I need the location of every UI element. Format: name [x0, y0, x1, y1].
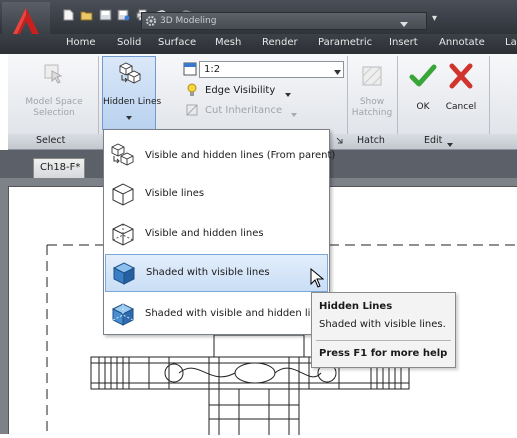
cube-visible-icon: [109, 180, 137, 208]
cube-parent-icon: [109, 142, 137, 170]
chevron-down-icon: [291, 109, 297, 117]
panel-title-edit[interactable]: Edit: [424, 135, 442, 146]
tab-layout[interactable]: La: [505, 37, 517, 48]
customize-toolbar-arrow[interactable]: ▾: [432, 13, 437, 24]
hidden-lines-menu: Visible and hidden lines (From parent) V…: [103, 129, 335, 335]
save-as-icon[interactable]: [117, 9, 130, 21]
chevron-down-icon: [126, 112, 132, 120]
viewport-scale-icon: [183, 62, 197, 76]
menu-item-visible-lines[interactable]: Visible lines: [105, 176, 328, 212]
save-icon[interactable]: [99, 9, 112, 21]
document-tab[interactable]: Ch18-F*: [33, 158, 85, 178]
dialog-launcher-icon[interactable]: [336, 137, 344, 145]
cube-hidden-icon: [109, 220, 137, 248]
tab-home[interactable]: Home: [66, 37, 96, 48]
hidden-lines-button[interactable]: Hidden Lines: [102, 56, 162, 130]
hatching-icon: [360, 64, 384, 88]
chevron-down-icon: [400, 18, 408, 27]
cancel-button[interactable]: Cancel: [441, 60, 481, 126]
panel-title-hatch: Hatch: [357, 135, 385, 146]
mouse-cursor-icon: [310, 267, 325, 288]
tooltip-help: Press F1 for more help: [319, 348, 448, 359]
tab-render[interactable]: Render: [262, 37, 298, 48]
menu-item-visible-hidden-lines[interactable]: Visible and hidden lines: [105, 216, 328, 252]
workspace-name: 3D Modeling: [160, 16, 217, 26]
cube-parent-icon: [116, 60, 144, 88]
chevron-down-icon: [285, 89, 291, 97]
edge-visibility-label: Edge Visibility: [205, 85, 276, 96]
panel-title-select: Select: [36, 135, 66, 146]
cancel-label: Cancel: [445, 102, 477, 112]
select-cursor-icon: [42, 62, 66, 86]
gear-icon: [145, 15, 157, 27]
open-icon[interactable]: [80, 9, 93, 21]
chevron-down-icon: [447, 139, 453, 147]
tab-solid[interactable]: Solid: [117, 37, 141, 48]
cut-inheritance-icon: [186, 104, 198, 116]
cut-inheritance-button[interactable]: Cut Inheritance: [186, 103, 321, 119]
ribbon-tab-row: Home Solid Surface Mesh Render Parametri…: [0, 34, 517, 54]
cut-inheritance-label: Cut Inheritance: [205, 105, 283, 116]
show-hatching-label: Show Hatching: [351, 97, 393, 118]
chevron-down-icon: [334, 67, 341, 75]
edge-visibility-button[interactable]: Edge Visibility: [186, 83, 321, 99]
menu-item-label: Shaded with visible and hidden line: [145, 308, 323, 319]
tooltip-description: Shaded with visible lines.: [319, 319, 446, 330]
workspace-dropdown[interactable]: 3D Modeling: [141, 12, 427, 30]
tab-mesh[interactable]: Mesh: [215, 37, 241, 48]
menu-item-shaded-visible[interactable]: Shaded with visible lines: [105, 254, 328, 292]
ok-label: OK: [416, 102, 430, 112]
hidden-lines-label: Hidden Lines: [103, 97, 162, 107]
menu-item-label: Visible and hidden lines: [145, 228, 264, 239]
lightbulb-icon: [186, 83, 198, 97]
show-hatching-button[interactable]: Show Hatching: [350, 60, 394, 126]
close-icon: [447, 62, 475, 90]
tab-insert[interactable]: Insert: [389, 37, 418, 48]
ok-button[interactable]: OK: [408, 60, 438, 126]
tooltip: Hidden Lines Shaded with visible lines. …: [311, 292, 456, 368]
cube-shaded-hidden-icon: [109, 300, 137, 328]
menu-item-shaded-visible-hidden[interactable]: Shaded with visible and hidden line: [105, 296, 328, 332]
menu-item-label: Shaded with visible lines: [146, 267, 270, 278]
scale-select[interactable]: 1:2: [199, 61, 344, 78]
new-icon[interactable]: [62, 9, 75, 21]
checkmark-icon: [409, 62, 437, 90]
scale-value: 1:2: [204, 64, 221, 75]
tooltip-divider: [316, 340, 451, 341]
menu-item-label: Visible lines: [145, 188, 205, 199]
menu-item-label: Visible and hidden lines (From parent): [145, 150, 336, 161]
model-space-selection-label: Model Space Selection: [25, 97, 83, 118]
model-space-selection-button[interactable]: Model Space Selection: [14, 60, 94, 126]
tab-annotate[interactable]: Annotate: [439, 37, 485, 48]
cube-shaded-icon: [110, 259, 138, 287]
tab-parametric[interactable]: Parametric: [318, 37, 372, 48]
tab-surface[interactable]: Surface: [158, 37, 196, 48]
tooltip-title: Hidden Lines: [319, 301, 393, 312]
menu-item-from-parent[interactable]: Visible and hidden lines (From parent): [105, 138, 335, 174]
